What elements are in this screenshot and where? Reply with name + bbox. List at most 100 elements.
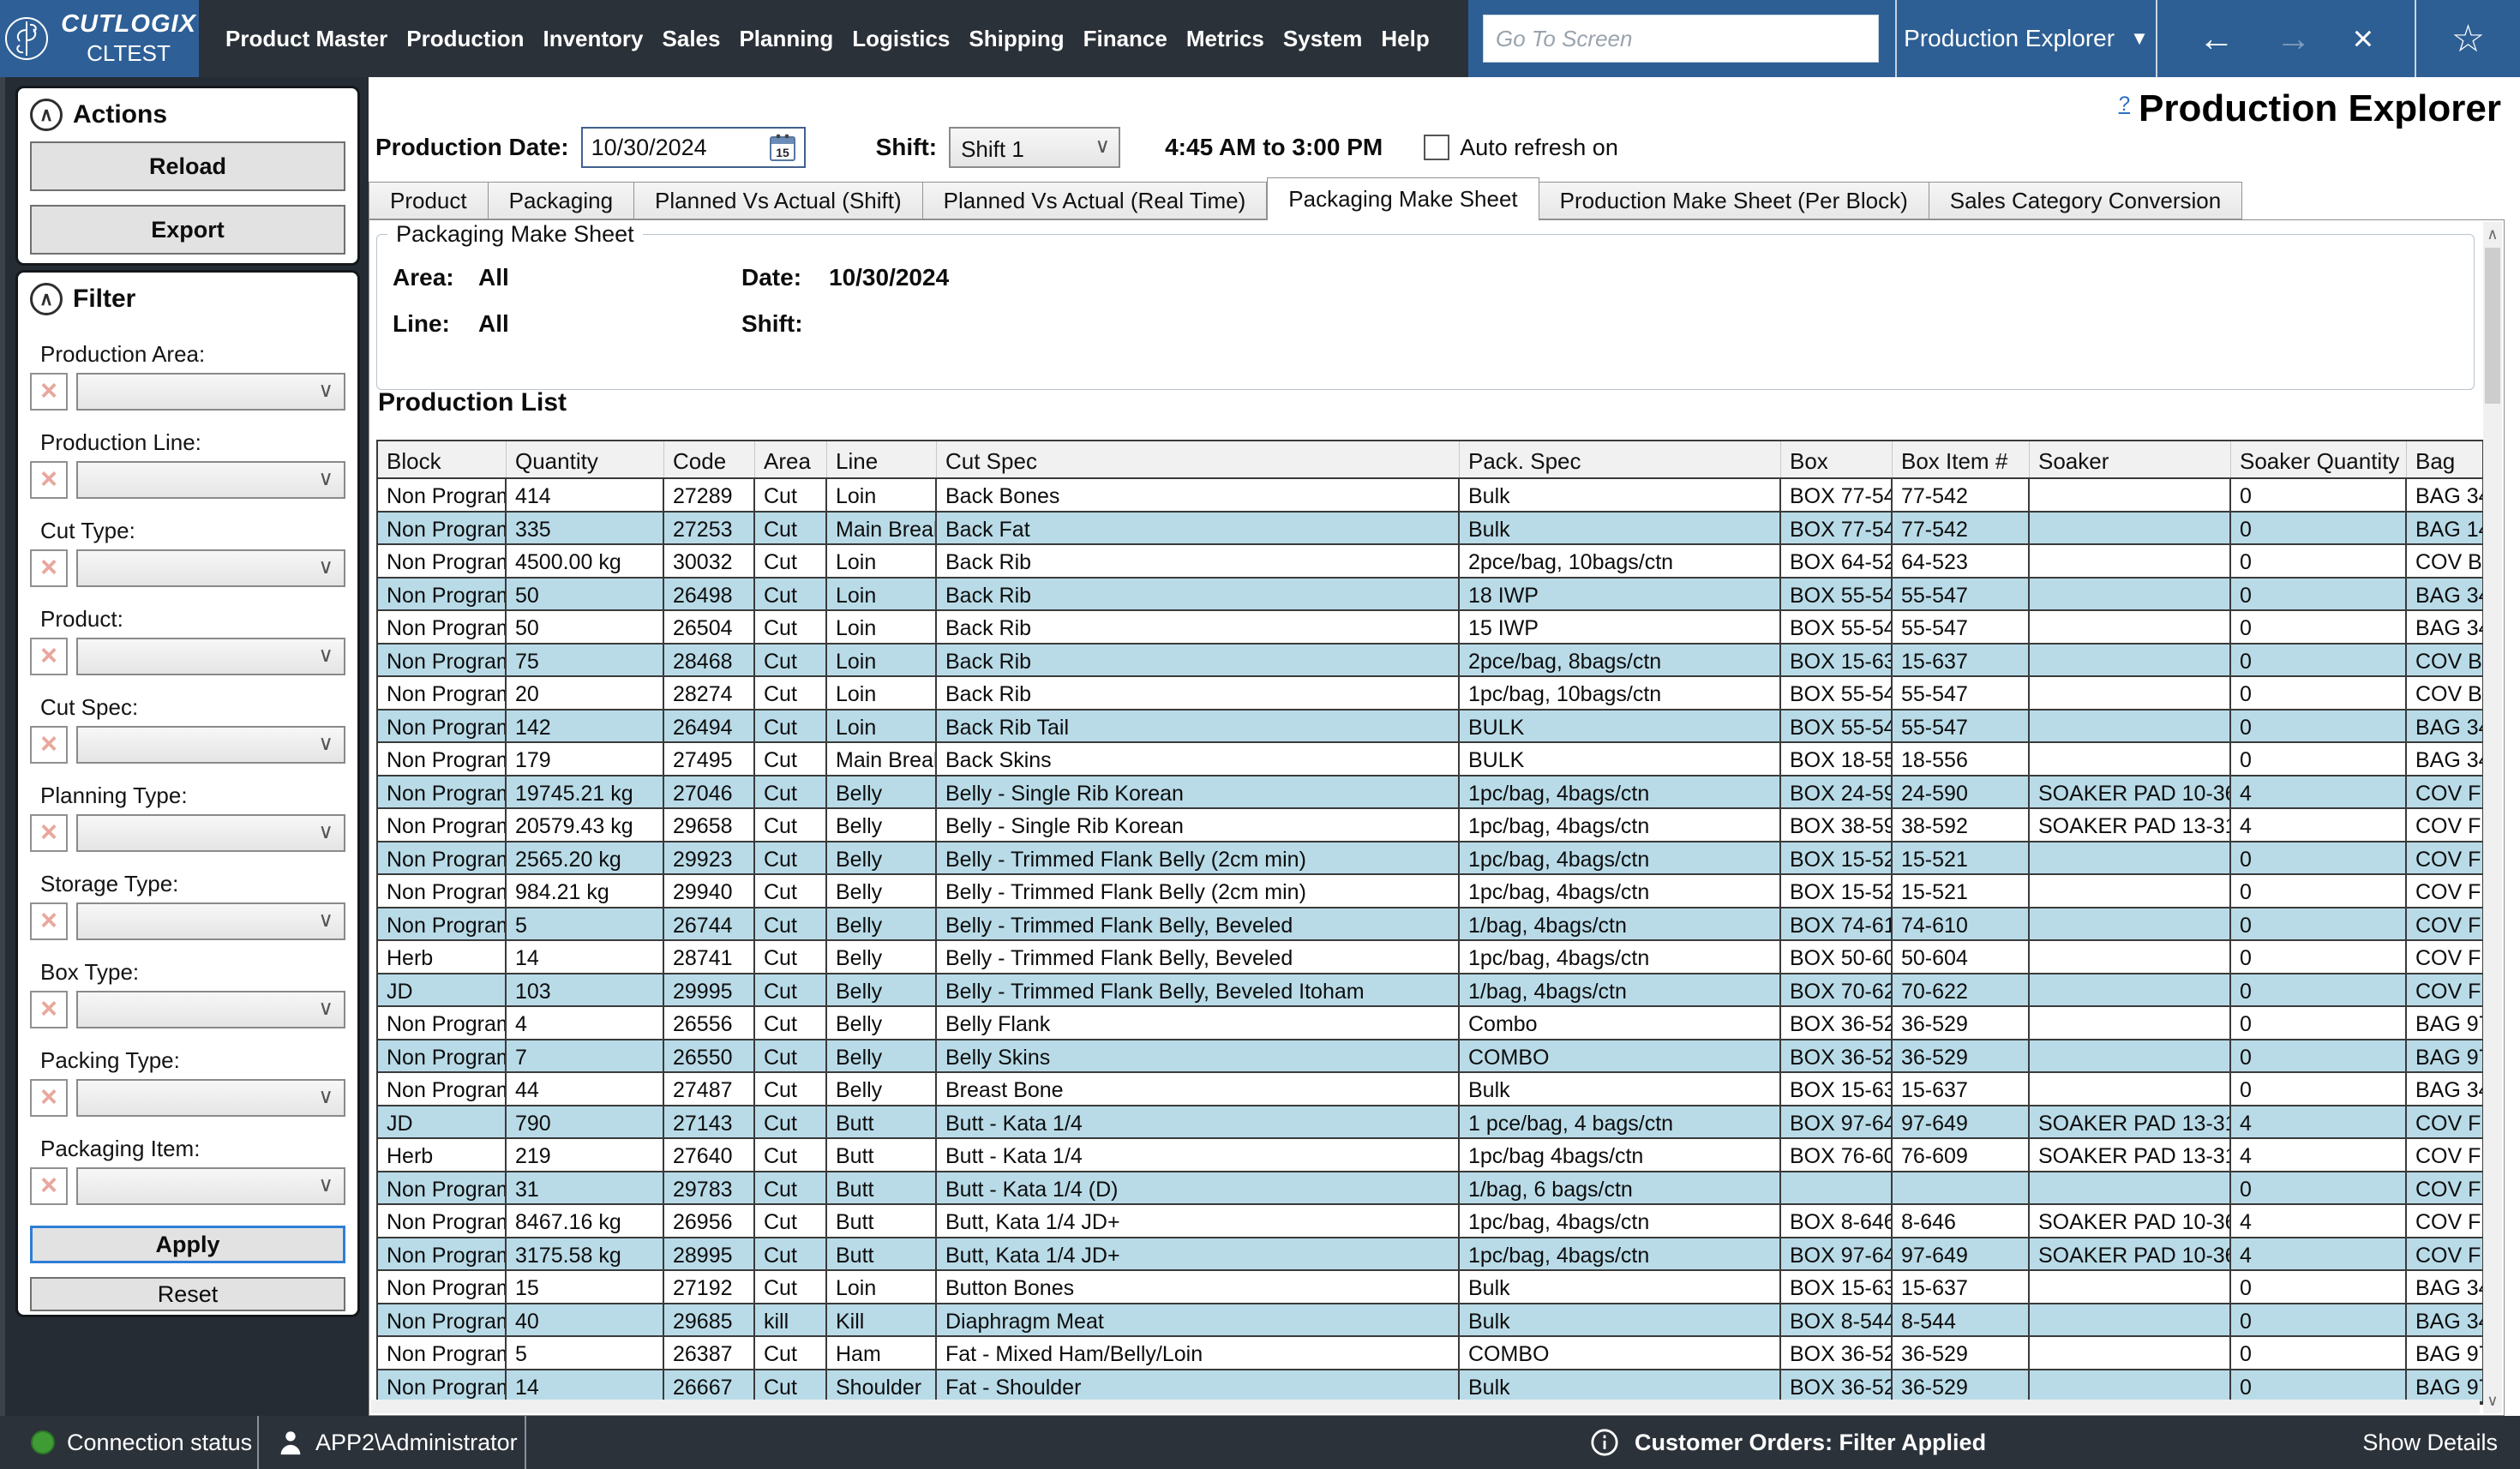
menu-item-inventory[interactable]: Inventory xyxy=(533,26,652,52)
close-screen-button[interactable]: × xyxy=(2353,2,2374,75)
tab-packaging-make-sheet[interactable]: Packaging Make Sheet xyxy=(1267,177,1539,220)
menu-item-system[interactable]: System xyxy=(1274,26,1372,52)
vertical-scrollbar[interactable]: ∧ ∨ xyxy=(2483,222,2502,1413)
horizontal-scrollbar[interactable] xyxy=(371,1400,2480,1413)
scrollbar-thumb[interactable] xyxy=(2485,248,2500,404)
filter-dropdown-production-line[interactable]: ∨ xyxy=(76,461,345,499)
column-header-code[interactable]: Code xyxy=(664,441,755,477)
table-row[interactable]: Non Program19745.21 kg27046CutBellyBelly… xyxy=(378,776,2482,810)
table-row[interactable]: Non Program526387CutHamFat - Mixed Ham/B… xyxy=(378,1337,2482,1370)
clear-filter-button[interactable]: × xyxy=(30,373,68,411)
table-row[interactable]: Non Program20579.43 kg29658CutBellyBelly… xyxy=(378,809,2482,842)
filter-dropdown-planning-type[interactable]: ∨ xyxy=(76,814,345,852)
calendar-icon[interactable]: 15 xyxy=(770,133,795,162)
column-header-line[interactable]: Line xyxy=(827,441,937,477)
apply-button[interactable]: Apply xyxy=(30,1226,345,1263)
clear-filter-button[interactable]: × xyxy=(30,1167,68,1205)
tab-product[interactable]: Product xyxy=(369,182,489,219)
reload-button[interactable]: Reload xyxy=(30,141,345,191)
column-header-box[interactable]: Box xyxy=(1781,441,1893,477)
screen-selector-dropdown[interactable]: Production Explorer ▼ xyxy=(1897,0,2156,77)
tab-packaging[interactable]: Packaging xyxy=(489,182,634,219)
tab-sales-category-conversion[interactable]: Sales Category Conversion xyxy=(1929,182,2243,219)
table-row[interactable]: Non Program4500.00 kg30032CutLoinBack Ri… xyxy=(378,545,2482,579)
table-row[interactable]: Herb1428741CutBellyBelly - Trimmed Flank… xyxy=(378,941,2482,974)
filter-dropdown-production-area[interactable]: ∨ xyxy=(76,373,345,411)
reset-button[interactable]: Reset xyxy=(30,1277,345,1311)
clear-filter-button[interactable]: × xyxy=(30,638,68,675)
column-header-soaker[interactable]: Soaker xyxy=(2030,441,2231,477)
clear-filter-button[interactable]: × xyxy=(30,991,68,1028)
export-button[interactable]: Export xyxy=(30,205,345,255)
menu-item-production[interactable]: Production xyxy=(397,26,533,52)
tab-planned-vs-actual-real-time[interactable]: Planned Vs Actual (Real Time) xyxy=(923,182,1268,219)
menu-item-finance[interactable]: Finance xyxy=(1074,26,1177,52)
menu-item-logistics[interactable]: Logistics xyxy=(843,26,959,52)
menu-item-metrics[interactable]: Metrics xyxy=(1177,26,1274,52)
menu-item-planning[interactable]: Planning xyxy=(729,26,843,52)
table-row[interactable]: Non Program4029685killKillDiaphragm Meat… xyxy=(378,1304,2482,1338)
favorite-star-icon[interactable]: ☆ xyxy=(2451,17,2485,61)
column-header-area[interactable]: Area xyxy=(755,441,827,477)
menu-item-sales[interactable]: Sales xyxy=(653,26,730,52)
goto-screen-input[interactable] xyxy=(1483,15,1879,63)
collapse-chevron-icon[interactable]: ∧ xyxy=(30,283,63,315)
clear-filter-button[interactable]: × xyxy=(30,726,68,764)
menu-item-help[interactable]: Help xyxy=(1371,26,1438,52)
production-date-input[interactable]: 10/30/2024 15 xyxy=(581,127,806,168)
show-details-link[interactable]: Show Details xyxy=(2362,1430,2498,1456)
column-header-bag[interactable]: Bag xyxy=(2407,441,2484,477)
menu-item-shipping[interactable]: Shipping xyxy=(959,26,1073,52)
table-row[interactable]: Non Program1527192CutLoinButton BonesBul… xyxy=(378,1271,2482,1304)
clear-filter-button[interactable]: × xyxy=(30,461,68,499)
clear-filter-button[interactable]: × xyxy=(30,549,68,587)
table-row[interactable]: Non Program3175.58 kg28995CutButtButt, K… xyxy=(378,1238,2482,1272)
filter-dropdown-cut-spec[interactable]: ∨ xyxy=(76,726,345,764)
filter-dropdown-packing-type[interactable]: ∨ xyxy=(76,1079,345,1117)
table-row[interactable]: Non Program4427487CutBellyBreast BoneBul… xyxy=(378,1073,2482,1106)
table-row[interactable]: Non Program3129783CutButtButt - Kata 1/4… xyxy=(378,1172,2482,1206)
column-header-quantity[interactable]: Quantity xyxy=(507,441,664,477)
table-row[interactable]: Herb21927640CutButtButt - Kata 1/41pc/ba… xyxy=(378,1139,2482,1172)
table-row[interactable]: Non Program526744CutBellyBelly - Trimmed… xyxy=(378,908,2482,942)
table-row[interactable]: Non Program17927495CutMain BreakBack Ski… xyxy=(378,743,2482,776)
table-row[interactable]: Non Program33527253CutMain BreakBack Fat… xyxy=(378,513,2482,546)
menu-item-product-master[interactable]: Product Master xyxy=(216,26,397,52)
table-row[interactable]: Non Program7528468CutLoinBack Rib2pce/ba… xyxy=(378,645,2482,678)
table-row[interactable]: Non Program2028274CutLoinBack Rib1pc/bag… xyxy=(378,677,2482,711)
clear-filter-button[interactable]: × xyxy=(30,1079,68,1117)
scroll-up-icon[interactable]: ∧ xyxy=(2483,225,2502,243)
table-row[interactable]: JD10329995CutBellyBelly - Trimmed Flank … xyxy=(378,974,2482,1008)
filter-dropdown-product[interactable]: ∨ xyxy=(76,638,345,675)
scroll-down-icon[interactable]: ∨ xyxy=(2483,1392,2502,1410)
shift-dropdown[interactable]: Shift 1 ∨ xyxy=(949,127,1120,168)
tab-production-make-sheet-per-block[interactable]: Production Make Sheet (Per Block) xyxy=(1539,182,1929,219)
column-header-box-item[interactable]: Box Item # xyxy=(1893,441,2030,477)
table-row[interactable]: Non Program726550CutBellyBelly SkinsCOMB… xyxy=(378,1040,2482,1074)
table-row[interactable]: Non Program5026504CutLoinBack Rib15 IWPB… xyxy=(378,611,2482,645)
table-row[interactable]: Non Program2565.20 kg29923CutBellyBelly … xyxy=(378,842,2482,876)
clear-filter-button[interactable]: × xyxy=(30,814,68,852)
table-row[interactable]: Non Program8467.16 kg26956CutButtButt, K… xyxy=(378,1205,2482,1238)
filter-dropdown-storage-type[interactable]: ∨ xyxy=(76,902,345,940)
table-row[interactable]: Non Program984.21 kg29940CutBellyBelly -… xyxy=(378,875,2482,908)
auto-refresh-checkbox[interactable] xyxy=(1424,135,1449,160)
help-link[interactable]: ? xyxy=(2119,93,2130,117)
table-row[interactable]: JD79027143CutButtButt - Kata 1/41 pce/ba… xyxy=(378,1106,2482,1140)
collapse-chevron-icon[interactable]: ∧ xyxy=(30,99,63,131)
column-header-cut-spec[interactable]: Cut Spec xyxy=(937,441,1460,477)
forward-button[interactable]: → xyxy=(2276,2,2312,75)
back-button[interactable]: ← xyxy=(2199,2,2235,75)
column-header-block[interactable]: Block xyxy=(378,441,507,477)
table-row[interactable]: Non Program1426667CutShoulderFat - Shoul… xyxy=(378,1370,2482,1404)
table-row[interactable]: Non Program5026498CutLoinBack Rib18 IWPB… xyxy=(378,579,2482,612)
table-row[interactable]: Non Program41427289CutLoinBack BonesBulk… xyxy=(378,479,2482,513)
table-row[interactable]: Non Program14226494CutLoinBack Rib TailB… xyxy=(378,711,2482,744)
filter-dropdown-packaging-item[interactable]: ∨ xyxy=(76,1167,345,1205)
filter-dropdown-cut-type[interactable]: ∨ xyxy=(76,549,345,587)
table-row[interactable]: Non Program426556CutBellyBelly FlankComb… xyxy=(378,1007,2482,1040)
column-header-pack-spec[interactable]: Pack. Spec xyxy=(1460,441,1781,477)
filter-dropdown-box-type[interactable]: ∨ xyxy=(76,991,345,1028)
clear-filter-button[interactable]: × xyxy=(30,902,68,940)
tab-planned-vs-actual-shift[interactable]: Planned Vs Actual (Shift) xyxy=(634,182,923,219)
